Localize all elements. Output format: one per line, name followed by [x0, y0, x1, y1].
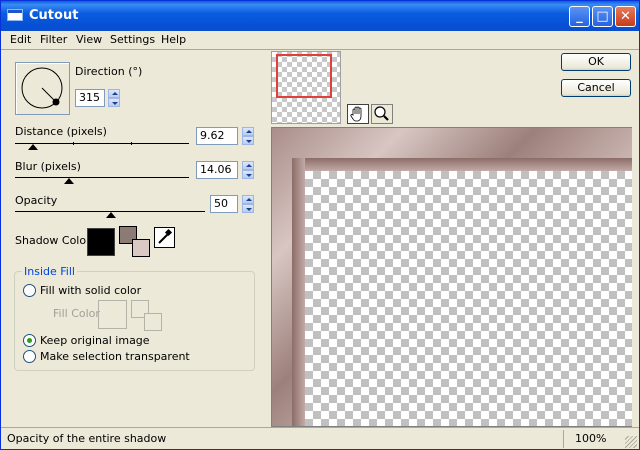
title-bar[interactable]: Cutout _ □ ✕	[1, 1, 639, 31]
navigator-viewport-rect[interactable]	[276, 54, 332, 98]
direction-dial[interactable]	[15, 62, 70, 115]
window-icon	[7, 9, 23, 21]
resize-grip[interactable]	[625, 436, 637, 448]
fill-material-swatch	[131, 300, 165, 332]
distance-spinner[interactable]	[242, 127, 254, 145]
distance-tick	[73, 142, 74, 145]
zoom-tool-button[interactable]	[371, 104, 393, 124]
window-title: Cutout	[29, 8, 79, 23]
menu-separator	[1, 49, 639, 50]
keep-original-radio[interactable]	[23, 334, 36, 347]
opacity-input[interactable]: 50	[210, 195, 238, 213]
menu-filter[interactable]: Filter	[40, 33, 67, 46]
opacity-label: Opacity	[15, 194, 58, 207]
maximize-button[interactable]: □	[592, 6, 613, 27]
distance-slider-thumb[interactable]	[28, 144, 38, 150]
dial-graphic	[21, 67, 63, 109]
shadow-color-swatch[interactable]	[87, 228, 115, 256]
preview-pane[interactable]	[271, 127, 633, 427]
fill-color-swatch	[98, 300, 127, 329]
cancel-button[interactable]: Cancel	[561, 79, 631, 97]
pan-tool-button[interactable]	[347, 104, 369, 124]
distance-label: Distance (pixels)	[15, 125, 107, 138]
eyedropper-button[interactable]	[154, 227, 175, 248]
opacity-spinner[interactable]	[242, 195, 254, 213]
menu-bar: Edit Filter View Settings Help	[1, 31, 639, 49]
make-transparent-radio[interactable]	[23, 350, 36, 363]
preview-transparent-area	[305, 171, 632, 426]
cutout-dialog: Cutout _ □ ✕ Edit Filter View Settings H…	[0, 0, 640, 450]
blur-input[interactable]: 14.06	[196, 161, 238, 179]
status-bar: Opacity of the entire shadow 100%	[1, 427, 639, 449]
distance-slider-track[interactable]	[15, 143, 189, 144]
preview-shadow-left	[292, 158, 305, 426]
shadow-color-label: Shadow Color	[15, 234, 91, 247]
blur-slider-track[interactable]	[15, 177, 189, 178]
distance-input[interactable]: 9.62	[196, 127, 238, 145]
hand-icon	[350, 106, 362, 122]
status-divider	[563, 430, 564, 448]
menu-help[interactable]: Help	[161, 33, 186, 46]
distance-tick	[131, 142, 132, 145]
direction-spinner[interactable]	[108, 89, 120, 107]
zoom-level: 100%	[575, 432, 607, 445]
opacity-slider-thumb[interactable]	[106, 212, 116, 218]
zoom-icon	[374, 106, 389, 121]
close-button[interactable]: ✕	[615, 6, 636, 27]
inside-fill-title: Inside Fill	[22, 265, 77, 278]
minimize-button[interactable]: _	[569, 6, 590, 27]
direction-input[interactable]: 315	[75, 89, 105, 107]
preview-shadow-top	[292, 158, 632, 171]
make-transparent-label[interactable]: Make selection transparent	[40, 350, 190, 363]
menu-edit[interactable]: Edit	[10, 33, 31, 46]
ok-button[interactable]: OK	[561, 53, 631, 71]
blur-spinner[interactable]	[242, 161, 254, 179]
blur-slider-thumb[interactable]	[64, 178, 74, 184]
menu-view[interactable]: View	[76, 33, 102, 46]
menu-settings[interactable]: Settings	[110, 33, 155, 46]
keep-original-label[interactable]: Keep original image	[40, 334, 150, 347]
preview-scrollbar[interactable]	[632, 127, 639, 427]
direction-label: Direction (°)	[75, 65, 143, 78]
fill-solid-radio[interactable]	[23, 284, 36, 297]
shadow-material-swatch[interactable]	[119, 226, 153, 258]
fill-solid-label[interactable]: Fill with solid color	[40, 284, 141, 297]
fill-color-label: Fill Color	[53, 307, 100, 320]
blur-label: Blur (pixels)	[15, 160, 81, 173]
eyedropper-icon	[158, 228, 173, 244]
status-message: Opacity of the entire shadow	[7, 432, 167, 445]
